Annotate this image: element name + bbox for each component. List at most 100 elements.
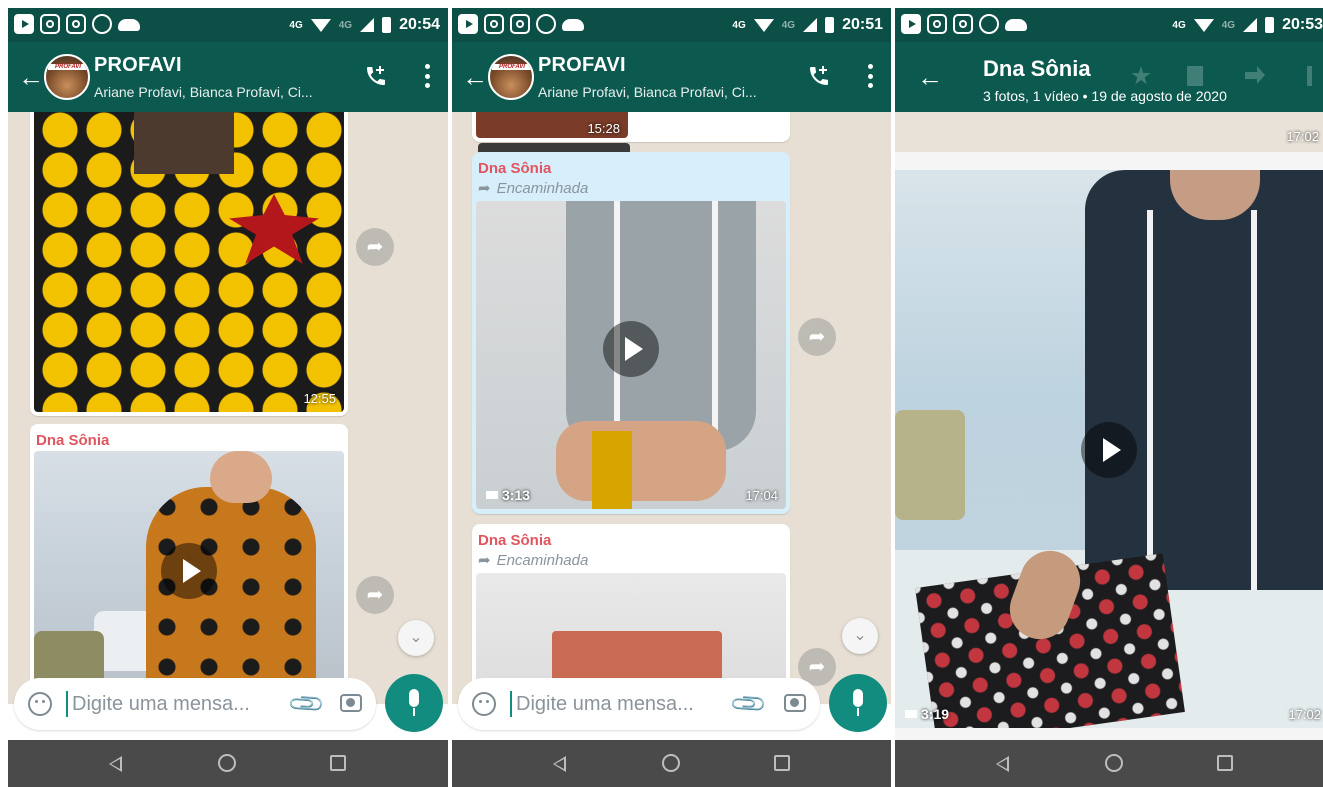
forward-share-icon[interactable]	[356, 576, 394, 614]
instagram-icon	[66, 14, 86, 34]
youtube-icon	[901, 14, 921, 34]
video-duration: 3:19	[905, 706, 949, 722]
message-sender: Dna Sônia	[36, 432, 110, 449]
cloud-icon	[562, 19, 584, 31]
back-arrow-icon[interactable]: ←	[462, 64, 488, 90]
battery-icon	[382, 17, 392, 33]
nav-recents-icon[interactable]	[1217, 755, 1233, 771]
network-label: 4G	[1221, 19, 1236, 31]
more-vert-icon[interactable]	[867, 64, 873, 88]
avatar-logo-text: PROFAVI	[492, 64, 532, 70]
forward-share-icon[interactable]	[798, 318, 836, 356]
nav-back-icon[interactable]	[108, 756, 122, 772]
emoji-icon[interactable]	[472, 692, 496, 716]
group-avatar[interactable]: PROFAVI	[44, 54, 90, 100]
message-time: 17:02	[1286, 129, 1319, 144]
camera-icon[interactable]	[340, 694, 362, 712]
chat-title[interactable]: PROFAVI	[538, 54, 626, 77]
back-arrow-icon[interactable]: ←	[917, 64, 943, 90]
paperclip-icon[interactable]: 📎	[728, 684, 770, 726]
chat-header: ← PROFAVI PROFAVI Ariane Profavi, Bianca…	[452, 42, 891, 112]
media-info: 3 fotos, 1 vídeo • 19 de agosto de 2020	[983, 88, 1227, 104]
instagram-icon	[40, 14, 60, 34]
back-arrow-icon[interactable]: ←	[18, 64, 44, 90]
mic-icon[interactable]	[385, 674, 443, 732]
chat-area[interactable]: 12:55 Dna Sônia ⌄	[8, 112, 448, 704]
add-call-icon[interactable]	[364, 64, 388, 88]
nav-back-icon[interactable]	[995, 756, 1009, 772]
instagram-icon	[953, 14, 973, 34]
nav-home-icon[interactable]	[218, 754, 236, 772]
video-message[interactable]: Dna Sônia	[30, 424, 348, 704]
forward-share-icon[interactable]	[356, 228, 394, 266]
photo-thumbnail[interactable]: 15:28	[476, 112, 628, 138]
play-icon[interactable]	[1081, 422, 1137, 478]
more-vert-icon[interactable]	[1307, 66, 1312, 86]
wifi-icon	[310, 18, 331, 32]
video-thumbnail[interactable]: 3:13 17:04	[476, 201, 786, 509]
emoji-icon[interactable]	[28, 692, 52, 716]
chat-area[interactable]: 15:28 Dna Sônia ➦ Encaminhada 3:13 17:04 …	[452, 112, 891, 704]
video-frame[interactable]: 3:19 17:02	[895, 170, 1323, 728]
sewing-machine	[895, 410, 965, 520]
double-chevron-down-icon[interactable]: ⌄	[842, 618, 878, 654]
nav-home-icon[interactable]	[662, 754, 680, 772]
nav-home-icon[interactable]	[1105, 754, 1123, 772]
nav-recents-icon[interactable]	[330, 755, 346, 771]
youtube-icon	[14, 14, 34, 34]
clock: 20:53	[1282, 16, 1323, 33]
status-bar: 4G 4G 20:54	[8, 8, 448, 42]
clock: 20:54	[399, 16, 440, 33]
chat-participants[interactable]: Ariane Profavi, Bianca Profavi, Ci...	[94, 84, 313, 100]
clock: 20:51	[842, 16, 883, 33]
message-input-box[interactable]: Digite uma mensa... 📎	[458, 678, 820, 730]
nav-back-icon[interactable]	[552, 756, 566, 772]
android-nav-bar	[8, 740, 448, 787]
paperclip-icon[interactable]: 📎	[286, 684, 328, 726]
instagram-icon	[927, 14, 947, 34]
group-avatar[interactable]: PROFAVI	[488, 54, 534, 100]
media-sender-name: Dna Sônia	[983, 56, 1091, 81]
chat-participants[interactable]: Ariane Profavi, Bianca Profavi, Ci...	[538, 84, 757, 100]
person-navy-shirt	[1085, 170, 1323, 590]
volte-label: 4G	[732, 19, 746, 31]
image-message[interactable]: 12:55	[30, 112, 348, 416]
video-thumbnail[interactable]	[34, 451, 344, 691]
chat-title[interactable]: PROFAVI	[94, 54, 182, 77]
phone-screen-chat-1: 4G 4G 20:54 ← PROFAVI PROFAVI Ariane Pro…	[8, 8, 448, 787]
star-icon[interactable]	[1131, 66, 1151, 85]
forward-icon[interactable]	[1245, 66, 1265, 84]
yellow-fabric	[592, 431, 632, 509]
android-nav-bar	[895, 740, 1323, 787]
camera-icon[interactable]	[784, 694, 806, 712]
message-input[interactable]: Digite uma mensa...	[516, 693, 694, 716]
previous-photo-strip: 17:02	[895, 112, 1323, 152]
image-message[interactable]: 15:28	[472, 112, 790, 175]
media-viewer[interactable]: 17:02 3:19 17:02	[895, 112, 1323, 740]
status-bar: 4G 4G 20:51	[452, 8, 891, 42]
emoji-fabric-photo[interactable]: 12:55	[34, 112, 344, 412]
message-composer: Digite uma mensa... 📎	[8, 668, 448, 740]
delete-icon[interactable]	[1187, 66, 1203, 86]
message-input-box[interactable]: Digite uma mensa... 📎	[14, 678, 376, 730]
mic-icon[interactable]	[829, 674, 887, 732]
nav-recents-icon[interactable]	[774, 755, 790, 771]
signal-icon	[1243, 18, 1258, 32]
message-input[interactable]: Digite uma mensa...	[72, 693, 250, 716]
double-chevron-down-icon[interactable]: ⌄	[398, 620, 434, 656]
youtube-icon	[458, 14, 478, 34]
text-caret	[66, 691, 68, 717]
play-icon[interactable]	[603, 320, 659, 377]
whatsapp-icon	[536, 14, 556, 34]
message-composer: Digite uma mensa... 📎	[452, 668, 891, 740]
forwarded-label: ➦ Encaminhada	[476, 179, 786, 201]
add-call-icon[interactable]	[807, 64, 831, 88]
video-duration-text: 3:19	[921, 706, 950, 722]
forwarded-video-message[interactable]: Dna Sônia ➦ Encaminhada 3:13 17:04	[472, 152, 790, 514]
chat-header: ← PROFAVI PROFAVI Ariane Profavi, Bianca…	[8, 42, 448, 112]
play-icon[interactable]	[161, 543, 217, 599]
volte-label: 4G	[1172, 19, 1186, 31]
signal-icon	[360, 18, 375, 32]
notification-icons	[14, 14, 140, 34]
more-vert-icon[interactable]	[424, 64, 430, 88]
